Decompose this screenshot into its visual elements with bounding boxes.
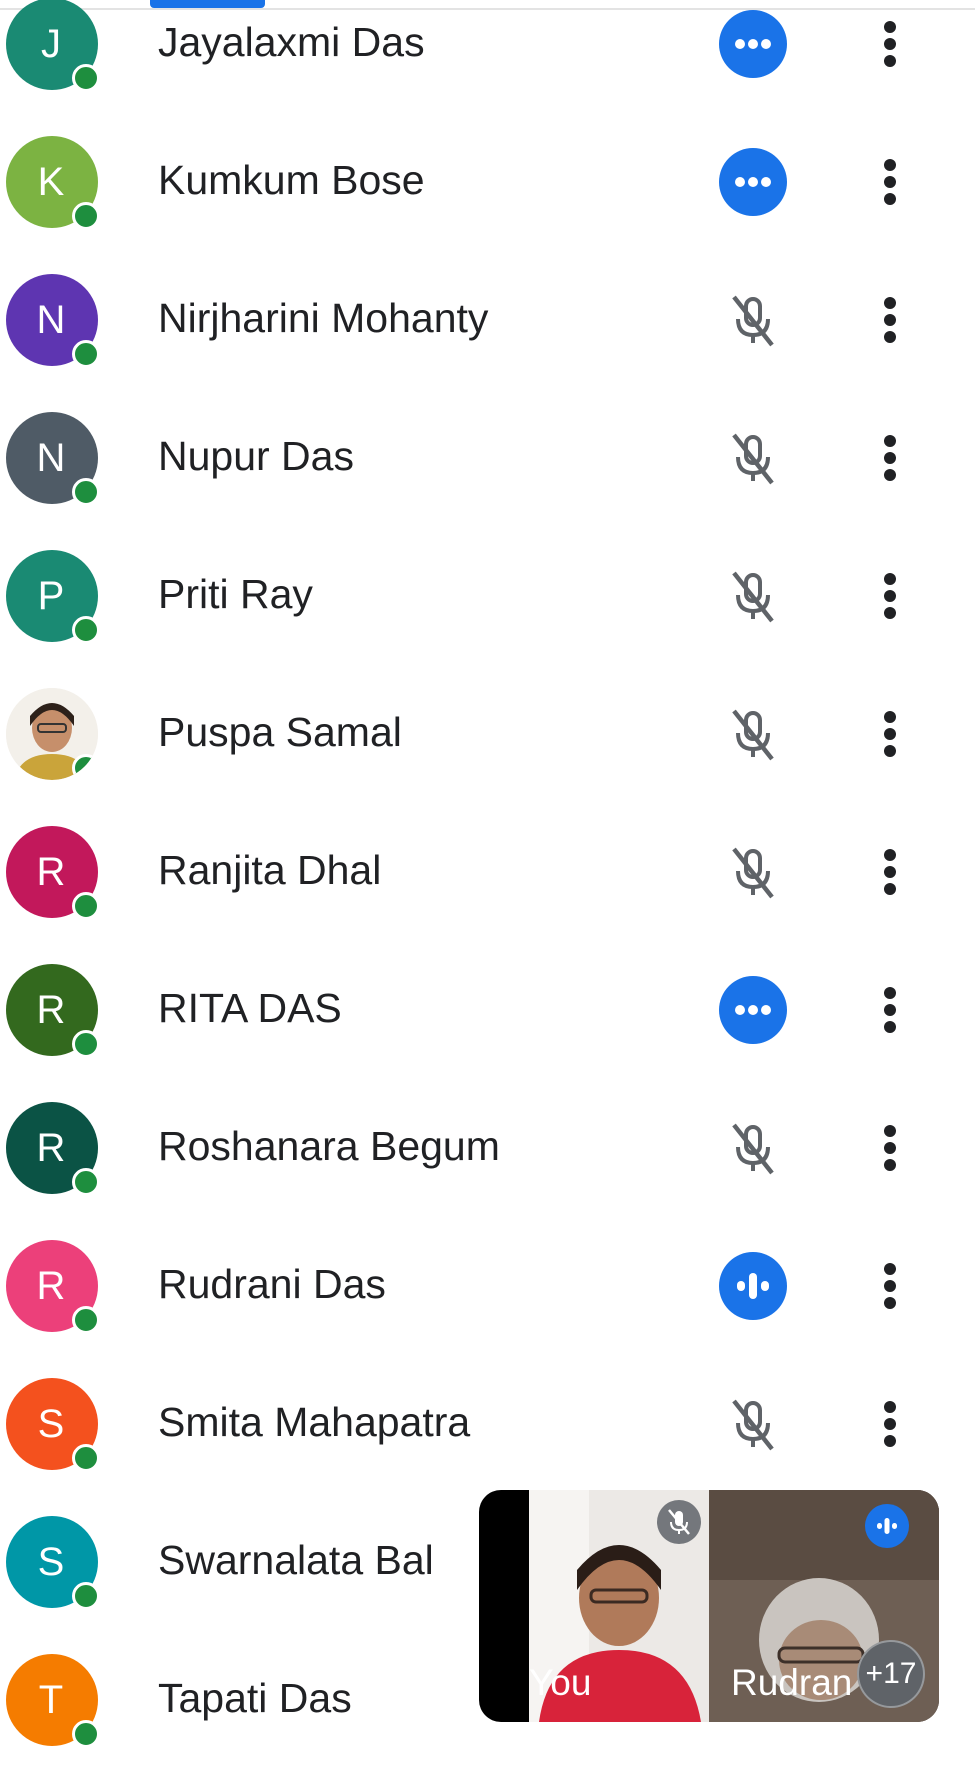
mic-off-icon: [657, 1500, 701, 1544]
participant-row[interactable]: J Jayalaxmi Das: [0, 0, 975, 113]
participant-name: Puspa Samal: [158, 709, 402, 755]
mic-off-icon: [718, 423, 788, 493]
avatar-initial: K: [37, 159, 65, 204]
self-video-tile[interactable]: You: [529, 1490, 711, 1722]
more-options-icon[interactable]: [870, 147, 910, 217]
participant-row[interactable]: R RITA DAS: [0, 941, 975, 1079]
mic-off-icon: [718, 561, 788, 631]
avatar-initial: J: [41, 21, 61, 66]
avatar: N: [6, 412, 100, 506]
self-tile-label: You: [529, 1662, 592, 1703]
mic-off-icon: [718, 1113, 788, 1183]
dots-icon: [718, 975, 788, 1045]
mic-off-icon: [718, 285, 788, 355]
picture-in-picture[interactable]: You Rudran +17: [479, 1490, 939, 1722]
participant-name: Ranjita Dhal: [158, 847, 382, 893]
participant-row[interactable]: P Priti Ray: [0, 527, 975, 665]
more-options-icon[interactable]: [870, 1251, 910, 1321]
more-options-icon[interactable]: [870, 1113, 910, 1183]
online-indicator: [72, 478, 100, 506]
avatar: N: [6, 274, 100, 368]
online-indicator: [72, 1030, 100, 1058]
participant-name: Nirjharini Mohanty: [158, 295, 489, 341]
avatar: R: [6, 826, 100, 920]
avatar: R: [6, 964, 100, 1058]
mic-off-icon: [718, 1389, 788, 1459]
online-indicator: [72, 1168, 100, 1196]
more-options-icon[interactable]: [870, 285, 910, 355]
participant-name: Priti Ray: [158, 571, 313, 617]
avatar: R: [6, 1102, 100, 1196]
speaking-icon: [718, 1251, 788, 1321]
avatar: S: [6, 1378, 100, 1472]
participant-row[interactable]: K Kumkum Bose: [0, 113, 975, 251]
online-indicator: [72, 1582, 100, 1610]
online-indicator: [72, 1306, 100, 1334]
avatar-initial: N: [36, 435, 66, 480]
participant-video-tile[interactable]: Rudran +17: [709, 1490, 939, 1722]
avatar-initial: S: [37, 1539, 65, 1584]
avatar-initial: N: [36, 297, 66, 342]
online-indicator: [72, 1720, 100, 1748]
participant-row[interactable]: R Ranjita Dhal: [0, 803, 975, 941]
avatar-initial: T: [38, 1677, 64, 1722]
more-options-icon[interactable]: [870, 837, 910, 907]
participant-tile-label: Rudran: [731, 1662, 853, 1703]
avatar: R: [6, 1240, 100, 1334]
online-indicator: [72, 202, 100, 230]
participant-row[interactable]: N Nupur Das: [0, 389, 975, 527]
participant-name: Kumkum Bose: [158, 157, 425, 203]
participant-row[interactable]: Puspa Samal: [0, 665, 975, 803]
avatar: T: [6, 1654, 100, 1748]
participant-row[interactable]: R Rudrani Das: [0, 1217, 975, 1355]
avatar: J: [6, 0, 100, 92]
avatar-initial: S: [37, 1401, 65, 1446]
avatar-initial: R: [36, 1263, 66, 1308]
participant-name: Jayalaxmi Das: [158, 19, 425, 65]
avatar: S: [6, 1516, 100, 1610]
participant-name: Roshanara Begum: [158, 1123, 500, 1169]
participant-row[interactable]: S Smita Mahapatra: [0, 1355, 975, 1493]
avatar: P: [6, 550, 100, 644]
online-indicator: [72, 64, 100, 92]
speaking-icon: [865, 1504, 909, 1548]
mic-off-icon: [718, 837, 788, 907]
more-options-icon[interactable]: [870, 975, 910, 1045]
participant-row[interactable]: N Nirjharini Mohanty: [0, 251, 975, 389]
participant-name: Tapati Das: [158, 1675, 352, 1721]
avatar-initial: R: [36, 849, 66, 894]
avatar-initial: R: [36, 987, 66, 1032]
online-indicator: [72, 892, 100, 920]
dots-icon: [718, 9, 788, 79]
participant-name: RITA DAS: [158, 985, 342, 1031]
online-indicator: [72, 616, 100, 644]
participant-name: Nupur Das: [158, 433, 354, 479]
online-indicator: [72, 340, 100, 368]
online-indicator: [72, 1444, 100, 1472]
online-indicator: [72, 754, 98, 780]
participant-name: Smita Mahapatra: [158, 1399, 471, 1445]
more-participants-badge[interactable]: +17: [857, 1640, 925, 1708]
participant-name: Swarnalata Bal: [158, 1537, 434, 1583]
avatar-initial: P: [37, 573, 65, 618]
participant-row[interactable]: R Roshanara Begum: [0, 1079, 975, 1217]
more-options-icon[interactable]: [870, 9, 910, 79]
more-options-icon[interactable]: [870, 699, 910, 769]
participant-name: Rudrani Das: [158, 1261, 386, 1307]
dots-icon: [718, 147, 788, 217]
more-options-icon[interactable]: [870, 423, 910, 493]
more-options-icon[interactable]: [870, 1389, 910, 1459]
avatar: [6, 688, 98, 780]
avatar-initial: R: [36, 1125, 66, 1170]
more-options-icon[interactable]: [870, 561, 910, 631]
avatar: K: [6, 136, 100, 230]
mic-off-icon: [718, 699, 788, 769]
